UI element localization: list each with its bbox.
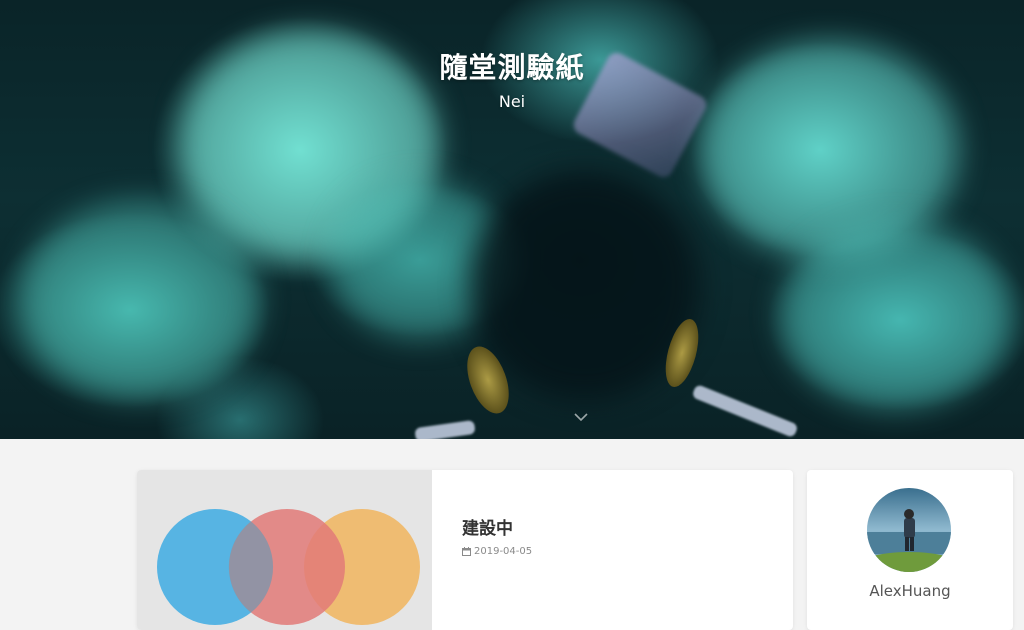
post-date: 2019-04-05 [474,546,533,557]
hero-smoke [20,200,260,400]
post-cover-image[interactable] [137,470,432,630]
calendar-icon [462,547,471,556]
post-meta: 2019-04-05 [462,546,532,557]
venn-diagram-icon [157,509,420,625]
profile-card: AlexHuang [807,470,1013,630]
avatar[interactable] [867,488,951,572]
site-subtitle: Nei [498,92,526,111]
scroll-down-button[interactable] [572,410,590,424]
hero-smoke [780,220,1010,410]
hero-cloth [414,419,476,439]
avatar-image [867,488,951,572]
site-title: 隨堂測驗紙 [439,51,585,84]
hero-cloth [691,383,799,439]
hero-banner: 隨堂測驗紙 Nei [0,0,1024,439]
post-title[interactable]: 建設中 [462,514,513,539]
post-card[interactable]: 建設中 2019-04-05 [137,470,793,630]
profile-name: AlexHuang [869,582,951,600]
chevron-down-icon [574,412,588,421]
